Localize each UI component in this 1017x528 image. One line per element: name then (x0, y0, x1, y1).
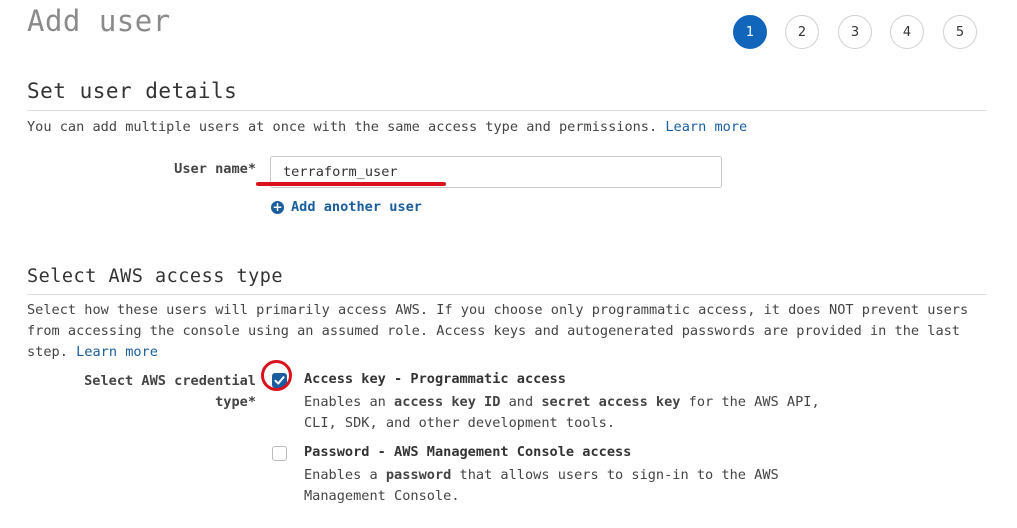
add-another-user-button[interactable]: + Add another user (271, 199, 422, 215)
desc-text: Enables a (304, 467, 386, 483)
access-key-option-description: Enables an access key ID and secret acce… (304, 392, 849, 434)
step-1[interactable]: 1 (733, 15, 767, 49)
section-divider (27, 294, 987, 295)
learn-more-link[interactable]: Learn more (665, 119, 747, 135)
step-4[interactable]: 4 (890, 15, 924, 49)
desc-text: Enables an (304, 394, 395, 410)
access-key-option-title: Access key - Programmatic access (304, 371, 566, 387)
section-divider (27, 110, 987, 111)
desc-text: and (500, 394, 542, 410)
section-title-access-type: Select AWS access type (27, 266, 284, 287)
credential-type-label: Select AWS credential type* (50, 371, 256, 413)
step-5[interactable]: 5 (943, 15, 977, 49)
user-details-description: You can add multiple users at once with … (27, 117, 987, 138)
desc-bold: access key ID (394, 394, 501, 410)
highlight-circle (261, 360, 292, 391)
access-type-description: Select how these users will primarily ac… (27, 300, 987, 363)
section-title-user-details: Set user details (27, 79, 238, 103)
password-checkbox[interactable] (272, 446, 287, 461)
access-type-text: Select how these users will primarily ac… (27, 302, 969, 360)
credential-type-label-line: Select AWS credential (84, 373, 256, 389)
plus-circle-icon: + (271, 199, 284, 214)
learn-more-link[interactable]: Learn more (76, 344, 158, 360)
password-option-title: Password - AWS Management Console access (304, 444, 632, 460)
add-another-user-label: Add another user (291, 199, 422, 215)
step-3[interactable]: 3 (838, 15, 872, 49)
desc-bold: password (385, 467, 452, 483)
credential-type-label-line: type* (215, 394, 256, 410)
desc-bold: secret access key (541, 394, 681, 410)
user-name-label: User name* (174, 161, 256, 177)
highlight-underline (256, 182, 446, 186)
user-details-text: You can add multiple users at once with … (27, 119, 658, 135)
password-option-description: Enables a password that allows users to … (304, 465, 804, 507)
page-title: Add user (27, 4, 171, 38)
step-2[interactable]: 2 (785, 15, 819, 49)
